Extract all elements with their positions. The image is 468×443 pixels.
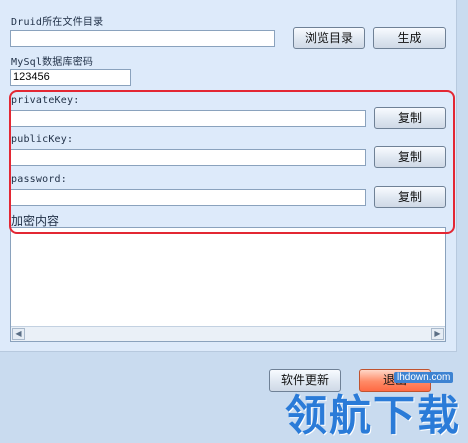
scroll-left-icon[interactable]: ◀	[12, 328, 25, 340]
scroll-right-icon[interactable]: ▶	[431, 328, 444, 340]
mysql-password-label: MySql数据库密码	[11, 57, 94, 68]
druid-dir-label: Druid所在文件目录	[11, 17, 104, 28]
encrypted-content-textarea[interactable]: ◀ ▶	[10, 227, 446, 342]
mysql-password-input[interactable]: 123456	[10, 69, 131, 86]
highlight-box	[9, 90, 455, 234]
main-panel: Druid所在文件目录 浏览目录 生成 MySql数据库密码 123456 pr…	[0, 0, 457, 352]
watermark-logo: 领航下载	[285, 391, 462, 440]
druid-dir-input[interactable]	[10, 30, 275, 47]
generate-button[interactable]: 生成	[373, 27, 446, 49]
browse-dir-button[interactable]: 浏览目录	[293, 27, 365, 49]
horizontal-scrollbar[interactable]: ◀ ▶	[11, 326, 445, 341]
